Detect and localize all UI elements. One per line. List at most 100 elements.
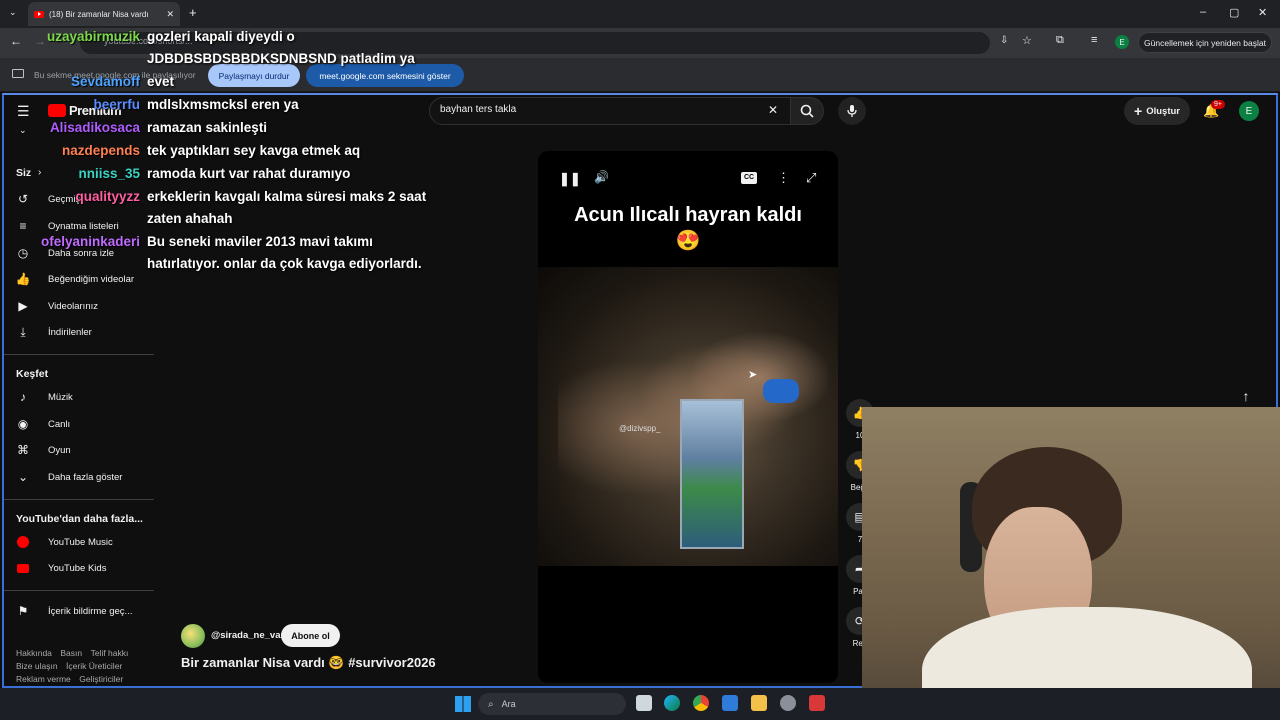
chat-message: hatırlatıyor. onlar da çok kavga ediyorl… <box>147 256 422 271</box>
sidebar-you-header[interactable]: Siz <box>16 167 31 179</box>
search-query: bayhan ters takla <box>440 104 517 115</box>
sidebar-item-gaming[interactable]: ⌘ Oyun <box>16 440 71 460</box>
chat-username: nniiss_35 <box>78 166 140 181</box>
tab-title: (18) Bir zamanlar Nisa vardı <box>49 9 149 19</box>
channel-name[interactable]: @sirada_ne_var <box>211 630 284 641</box>
footer-link-creators[interactable]: İçerik Üreticiler <box>66 661 122 671</box>
taskbar-search[interactable]: ⌕ Ara <box>478 693 626 715</box>
footer-link-about[interactable]: Hakkında <box>16 648 52 658</box>
sidebar-item-show-more[interactable]: ⌄ Daha fazla göster <box>16 467 123 487</box>
chat-message: tek yaptıkları sey kavga etmek aq <box>147 143 361 158</box>
chat-message: gozleri kapali diyeydi o <box>147 29 295 44</box>
sidebar-item-your-videos[interactable]: ▶ Videolarınız <box>16 296 98 316</box>
footer-link-press[interactable]: Basın <box>60 648 82 658</box>
channel-avatar[interactable] <box>181 624 205 648</box>
settings-gear-icon[interactable] <box>780 695 796 711</box>
new-tab-icon[interactable]: + <box>189 5 197 20</box>
share-screen-icon <box>12 69 24 78</box>
sidebar-explore-header: Keşfet <box>16 368 49 380</box>
mail-icon[interactable] <box>722 695 738 711</box>
chat-message: evet <box>147 74 175 89</box>
create-label: Oluştur <box>1146 105 1180 117</box>
account-avatar[interactable]: E <box>1239 101 1259 121</box>
profile-avatar[interactable]: E <box>1115 35 1129 49</box>
video-frame[interactable] <box>538 267 838 566</box>
history-icon: ↺ <box>17 192 29 206</box>
taskbar-search-label: Ara <box>501 699 516 709</box>
update-restart-button[interactable]: Güncellemek için yeniden başlat <box>1138 32 1272 53</box>
task-view-icon[interactable] <box>636 695 652 711</box>
forward-icon[interactable]: → <box>34 34 46 48</box>
voice-search-button[interactable] <box>838 97 866 125</box>
chat-message: JDBDBSBDSBBDKSDNBSND patladim ya <box>147 51 415 66</box>
chat-username: beerrfu <box>93 97 140 112</box>
sidebar-item-youtube-music[interactable]: YouTube Music <box>16 532 113 552</box>
chat-username: Sevdamoff <box>70 74 140 89</box>
maximize-icon[interactable]: ▢ <box>1229 6 1239 19</box>
notification-badge: 9+ <box>1211 100 1225 109</box>
chrome-icon[interactable] <box>693 695 709 711</box>
install-app-icon[interactable]: ⇩ <box>1000 35 1008 46</box>
media-controls-icon[interactable]: ≡ <box>1091 34 1097 46</box>
video-watermark: @dizivspp_ <box>619 424 661 433</box>
bookmark-star-icon[interactable]: ☆ <box>1022 34 1032 47</box>
sidebar-footer: Hakkında Basın Telif hakkı Bize ulaşın İ… <box>16 646 144 685</box>
video-overlay-title: Acun Ilıcalı hayran kaldı 😍 <box>574 204 802 252</box>
edge-icon[interactable] <box>664 695 680 711</box>
sidebar-divider <box>4 354 154 355</box>
footer-link-contact[interactable]: Bize ulaşın <box>16 661 58 671</box>
hamburger-menu-icon[interactable]: ☰ <box>17 103 30 120</box>
taskbar-search-icon: ⌕ <box>488 698 494 710</box>
sidebar-item-playlists[interactable]: ≡ Oynatma listeleri <box>16 216 118 236</box>
volume-icon[interactable]: 🔊 <box>594 170 609 184</box>
tab-close-icon[interactable]: ✕ <box>166 9 174 20</box>
file-explorer-icon[interactable] <box>751 695 767 711</box>
app-red-icon[interactable] <box>809 695 825 711</box>
sidebar-item-live[interactable]: ◉ Canlı <box>16 414 70 434</box>
youtube-logo-icon[interactable] <box>48 104 66 117</box>
create-button[interactable]: + Oluştur <box>1124 97 1190 125</box>
show-meet-tab-button[interactable]: meet.google.com sekmesini göster <box>306 64 464 87</box>
previous-short-arrow-icon[interactable]: ↑ <box>1236 388 1256 408</box>
sidebar-item-report[interactable]: ⚑ İçerik bildirme geç... <box>16 601 133 621</box>
sidebar-divider <box>4 499 154 500</box>
clear-search-icon[interactable]: ✕ <box>768 103 778 117</box>
search-button[interactable] <box>790 97 824 125</box>
chat-message: erkeklerin kavgalı kalma süresi maks 2 s… <box>147 189 427 204</box>
sidebar-item-liked-videos[interactable]: 👍 Beğendiğim videolar <box>15 269 135 289</box>
sidebar-item-downloads[interactable]: ⤓ İndirilenler <box>16 322 91 342</box>
collapse-chevron-icon[interactable]: ⌄ <box>19 125 27 136</box>
subscribe-button[interactable]: Abone ol <box>281 624 340 647</box>
chat-username: nazdepends <box>61 143 140 158</box>
stop-sharing-button[interactable]: Paylaşmayı durdur <box>208 64 300 87</box>
browser-tab-youtube[interactable]: (18) Bir zamanlar Nisa vardı ✕ <box>28 2 180 26</box>
footer-link-developers[interactable]: Geliştiriciler <box>79 674 123 684</box>
mouse-cursor-icon: ➤ <box>748 369 758 381</box>
chat-message: Bu seneki maviler 2013 mavi takımı <box>147 234 373 249</box>
chat-message: ramazan sakinleşti <box>147 120 268 135</box>
extensions-icon[interactable]: ⧉ <box>1056 34 1064 47</box>
youtube-music-icon <box>16 535 30 549</box>
clock-icon: ◷ <box>17 246 29 260</box>
footer-link-copyright[interactable]: Telif hakkı <box>91 648 129 658</box>
pause-icon[interactable]: ❚❚ <box>559 171 581 187</box>
thumbs-up-icon: 👍 <box>15 272 31 286</box>
chat-message: mdlslxmsmcksl eren ya <box>147 97 299 112</box>
fullscreen-icon[interactable]: ⤢ <box>806 170 816 186</box>
window-close-icon[interactable]: ✕ <box>1258 6 1267 19</box>
chat-username: qualityyzz <box>75 189 140 204</box>
sidebar-item-youtube-kids[interactable]: YouTube Kids <box>16 558 106 578</box>
sidebar-divider <box>4 590 154 591</box>
windows-start-icon[interactable] <box>455 696 471 712</box>
more-options-icon[interactable]: ⋮ <box>777 170 790 186</box>
you-chevron-icon: › <box>38 167 42 178</box>
sidebar-item-history[interactable]: ↺ Geçmiş <box>16 189 80 209</box>
chat-username: Alisadikosaca <box>49 120 140 135</box>
youtube-kids-icon <box>16 561 30 575</box>
back-icon[interactable]: ← <box>10 34 22 48</box>
sidebar-item-music[interactable]: ♪ Müzik <box>16 387 73 407</box>
captions-icon[interactable]: CC <box>741 172 757 184</box>
tab-search-icon[interactable]: ⌄ <box>9 7 17 18</box>
minimize-icon[interactable]: – <box>1200 6 1206 18</box>
footer-link-advertise[interactable]: Reklam verme <box>16 674 71 684</box>
